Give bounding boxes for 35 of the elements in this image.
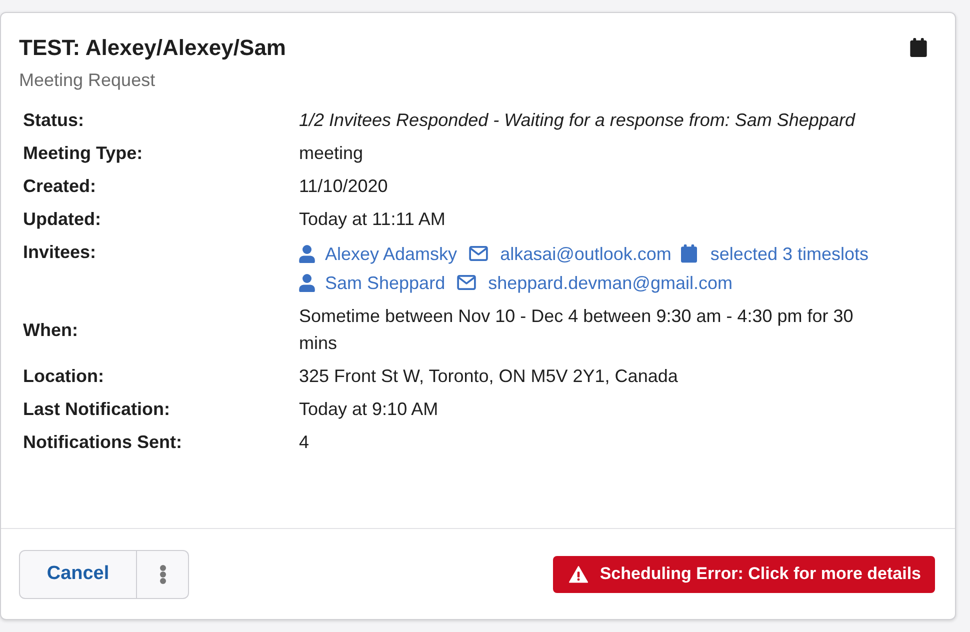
field-label: Meeting Type: (23, 142, 144, 165)
field-label: When: (23, 318, 79, 342)
field-label: Created: (23, 175, 98, 198)
kebab-menu-icon (160, 564, 166, 584)
field-label: Location: (23, 365, 105, 388)
status-text: 1/2 Invitees Responded - Waiting for a response from: Sam Sheppard (299, 109, 856, 132)
more-options-button[interactable] (137, 550, 189, 598)
field-value: 11/10/2020 (299, 175, 389, 198)
meeting-title: TEST: Alexey/Alexey/Sam (19, 35, 286, 61)
field-value: Today at 9:10 AM (299, 398, 440, 421)
user-icon (299, 244, 315, 262)
invitee-email-link[interactable]: alkasai@outlook.com (500, 242, 672, 266)
calendar-icon (681, 244, 698, 263)
cancel-button[interactable]: Cancel (19, 550, 137, 598)
field-value: 325 Front St W, Toronto, ON M5V 2Y1, Canada (299, 365, 679, 388)
envelope-icon (457, 275, 476, 290)
field-label: Last Notification: (23, 398, 171, 421)
invitee-name-link[interactable]: Sam Sheppard (325, 270, 446, 294)
calendar-icon (910, 38, 927, 57)
field-value: Today at 11:11 AM (299, 208, 446, 231)
envelope-icon (469, 246, 488, 261)
field-value: meeting (299, 142, 364, 165)
field-value: Sometime between Nov 10 - Dec 4 between 9:30 am - 4:30 pm for 30 mins (299, 305, 854, 355)
field-label: Invitees: (23, 241, 98, 264)
field-label: Updated: (23, 208, 102, 231)
warning-icon (568, 566, 588, 582)
field-label: Status: (23, 109, 86, 132)
meeting-subtitle: Meeting Request (19, 69, 156, 92)
timeslots-link[interactable]: selected 3 timeslots (710, 242, 868, 266)
user-icon (299, 274, 315, 292)
scheduling-error-button[interactable]: Scheduling Error: Click for more details (552, 556, 935, 592)
field-value: 4 (299, 431, 310, 454)
invitee-email-link[interactable]: sheppard.devman@gmail.com (488, 270, 732, 294)
field-label: Notifications Sent: (23, 431, 184, 454)
invitee-name-link[interactable]: Alexey Adamsky (325, 242, 458, 266)
